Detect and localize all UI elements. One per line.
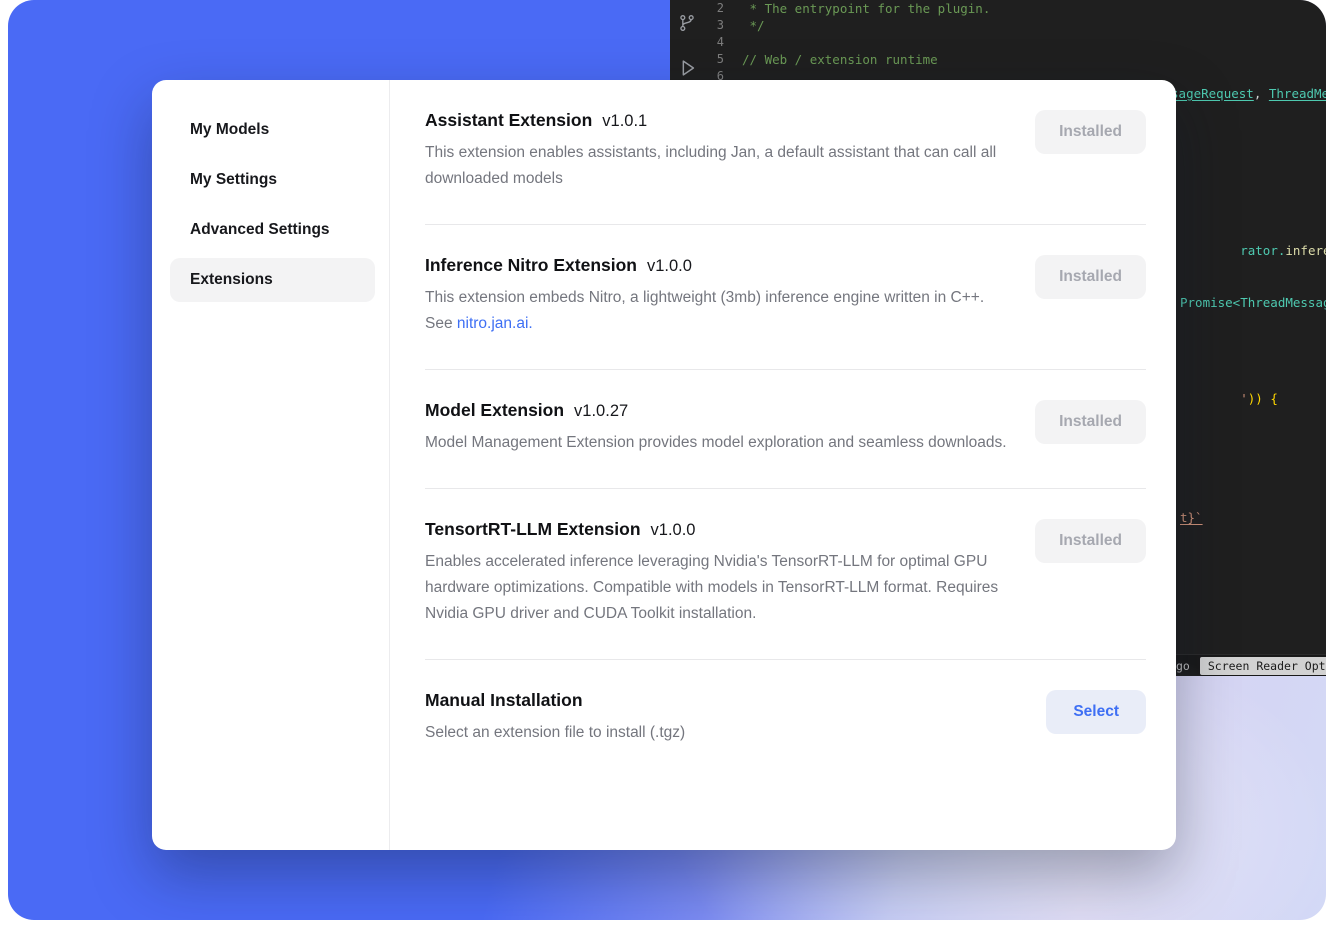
- code-area: 2 * The entrypoint for the plugin. 3 */ …: [704, 0, 1326, 85]
- extension-version: v1.0.1: [602, 112, 647, 131]
- code-fragment: ')) {: [1180, 378, 1278, 420]
- manual-installation-title: Manual Installation: [425, 690, 685, 711]
- extension-version: v1.0.0: [651, 521, 696, 540]
- code-fragment: t}`: [1180, 511, 1203, 525]
- extension-title: Model Extension v1.0.27: [425, 400, 1007, 421]
- installed-button[interactable]: Installed: [1035, 255, 1146, 299]
- extension-description: Enables accelerated inference leveraging…: [425, 549, 1015, 627]
- extension-version: v1.0.27: [574, 402, 628, 421]
- extension-name: Manual Installation: [425, 690, 583, 711]
- extension-description: Model Management Extension provides mode…: [425, 430, 1007, 456]
- code-token: ,: [1254, 86, 1269, 101]
- manual-installation-description: Select an extension file to install (.tg…: [425, 720, 685, 746]
- line-number: 3: [704, 17, 742, 34]
- extension-row-tensorrt: TensortRT-LLM Extension v1.0.0 Enables a…: [425, 489, 1146, 660]
- extension-name: Inference Nitro Extension: [425, 255, 637, 276]
- code-token: ThreadMessage: [1269, 86, 1326, 101]
- extension-name: Assistant Extension: [425, 110, 592, 131]
- code-token: )) {: [1248, 391, 1278, 406]
- code-line: 2 * The entrypoint for the plugin.: [704, 0, 1326, 17]
- code-line: 5 // Web / extension runtime: [704, 51, 1326, 68]
- page: 2 * The entrypoint for the plugin. 3 */ …: [0, 0, 1326, 926]
- extension-description: This extension embeds Nitro, a lightweig…: [425, 285, 1015, 337]
- code-fragment: rator.inference(data));: [1180, 230, 1326, 272]
- installed-button[interactable]: Installed: [1035, 400, 1146, 444]
- code-fragment: Promise<ThreadMessage>: [1180, 296, 1326, 310]
- extension-title: Assistant Extension v1.0.1: [425, 110, 1015, 131]
- extensions-list: Assistant Extension v1.0.1 This extensio…: [390, 80, 1176, 850]
- extension-row-model: Model Extension v1.0.27 Model Management…: [425, 370, 1146, 489]
- extension-name: Model Extension: [425, 400, 564, 421]
- extension-title: TensortRT-LLM Extension v1.0.0: [425, 519, 1015, 540]
- extension-version: v1.0.0: [647, 257, 692, 276]
- screen-reader-chip[interactable]: Screen Reader Optimized: [1200, 657, 1326, 675]
- extension-row-assistant: Assistant Extension v1.0.1 This extensio…: [425, 80, 1146, 225]
- code-token: ': [1240, 391, 1248, 406]
- code-comment: // Web / extension runtime: [742, 51, 938, 68]
- git-branch-icon[interactable]: [677, 12, 697, 34]
- code-comment: * The entrypoint for the plugin.: [742, 0, 990, 17]
- code-token: inference: [1285, 243, 1326, 258]
- language-mode-indicator[interactable]: go: [1176, 659, 1190, 673]
- line-number: 4: [704, 34, 742, 51]
- extension-description: This extension enables assistants, inclu…: [425, 140, 1015, 192]
- sidebar-item-my-settings[interactable]: My Settings: [170, 158, 375, 202]
- select-file-button[interactable]: Select: [1046, 690, 1146, 734]
- line-number: 5: [704, 51, 742, 68]
- installed-button[interactable]: Installed: [1035, 519, 1146, 563]
- sidebar-item-extensions[interactable]: Extensions: [170, 258, 375, 302]
- extension-name: TensortRT-LLM Extension: [425, 519, 641, 540]
- settings-sidebar: My Models My Settings Advanced Settings …: [152, 80, 390, 850]
- nitro-link[interactable]: nitro.jan.ai.: [457, 315, 533, 332]
- hero-background: 2 * The entrypoint for the plugin. 3 */ …: [8, 0, 1326, 920]
- code-line: 3 */: [704, 17, 1326, 34]
- sidebar-item-my-models[interactable]: My Models: [170, 108, 375, 152]
- code-comment: */: [742, 17, 765, 34]
- run-play-icon[interactable]: [676, 56, 698, 80]
- installed-button[interactable]: Installed: [1035, 110, 1146, 154]
- code-token: rator.: [1240, 243, 1285, 258]
- extension-title: Inference Nitro Extension v1.0.0: [425, 255, 1015, 276]
- code-line: 4: [704, 34, 1326, 51]
- extension-row-nitro: Inference Nitro Extension v1.0.0 This ex…: [425, 225, 1146, 370]
- settings-modal: My Models My Settings Advanced Settings …: [152, 80, 1176, 850]
- line-number: 2: [704, 0, 742, 17]
- sidebar-item-advanced-settings[interactable]: Advanced Settings: [170, 208, 375, 252]
- manual-installation-row: Manual Installation Select an extension …: [425, 660, 1146, 778]
